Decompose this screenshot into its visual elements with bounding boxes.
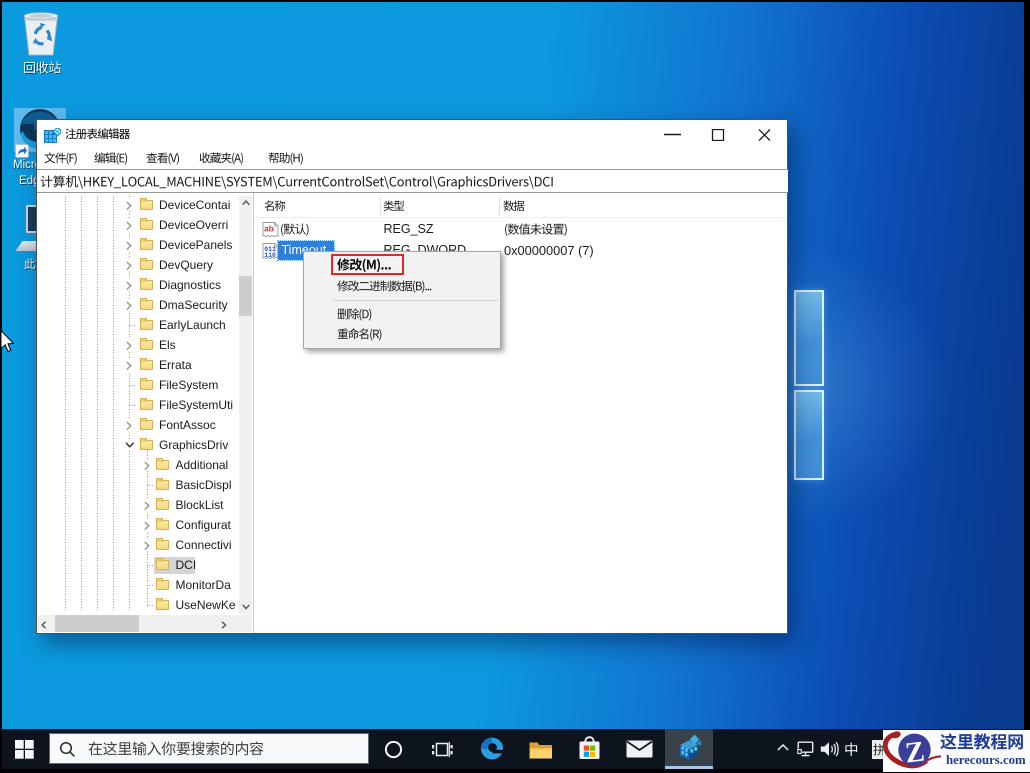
svg-text:Z: Z bbox=[903, 735, 926, 769]
svg-text:110: 110 bbox=[264, 252, 276, 259]
svg-text:ab: ab bbox=[264, 223, 274, 233]
